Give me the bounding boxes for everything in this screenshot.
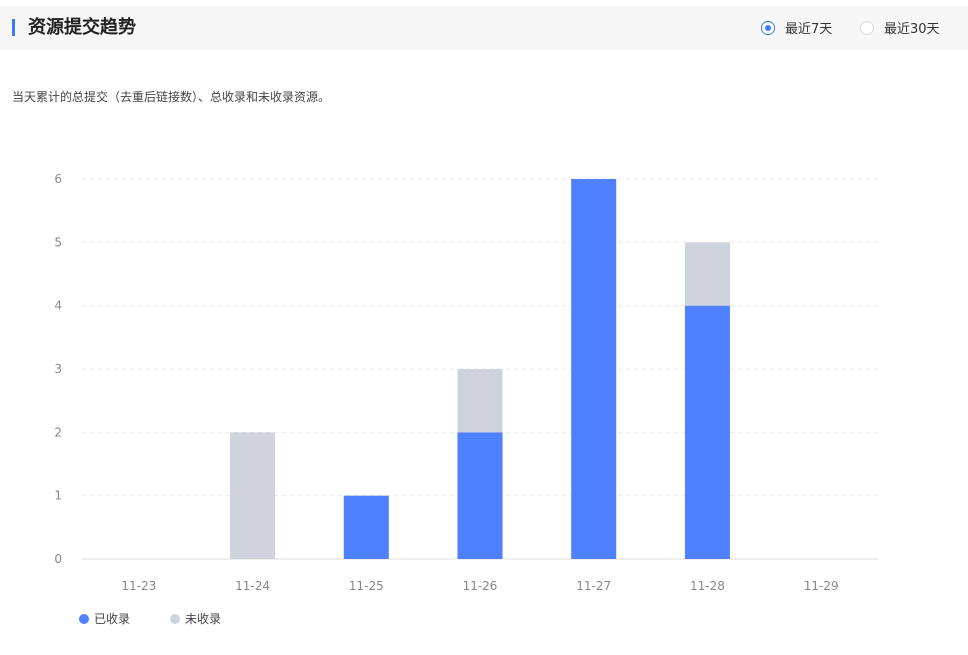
x-tick-label: 11-26 xyxy=(463,579,498,593)
bar-not-indexed xyxy=(230,432,276,559)
x-tick-label: 11-23 xyxy=(121,579,156,593)
x-tick-label: 11-29 xyxy=(804,579,839,593)
bar-indexed xyxy=(571,179,617,559)
y-tick-label: 1 xyxy=(54,489,62,503)
y-tick-label: 0 xyxy=(54,552,62,566)
y-tick-label: 5 xyxy=(54,235,62,249)
legend-not-indexed-dot xyxy=(170,613,180,624)
x-tick-label: 11-24 xyxy=(235,579,270,593)
stacked-bar-chart: 0 1 2 3 4 5 6 11-23 11-24 11-25 11-26 11-27 11-28 11-… xyxy=(54,172,878,593)
legend-item-not-indexed[interactable]: 未收录 xyxy=(170,610,221,627)
bar-indexed xyxy=(343,495,389,559)
legend-indexed-label: 已收录 xyxy=(94,612,131,626)
y-tick-label: 4 xyxy=(54,299,62,313)
y-tick-label: 6 xyxy=(54,172,62,186)
bar-not-indexed xyxy=(684,242,730,306)
y-tick-label: 3 xyxy=(54,362,62,376)
legend-item-indexed[interactable]: 已收录 xyxy=(79,610,130,627)
legend-not-indexed-label: 未收录 xyxy=(185,612,222,626)
x-tick-label: 11-25 xyxy=(349,579,384,593)
bar-not-indexed xyxy=(457,369,503,433)
legend-indexed-dot xyxy=(79,613,89,624)
x-tick-label: 11-28 xyxy=(690,579,725,593)
bar-indexed xyxy=(457,432,503,559)
x-tick-label: 11-27 xyxy=(576,579,611,593)
y-tick-label: 2 xyxy=(54,425,62,439)
bar-indexed xyxy=(684,305,730,559)
